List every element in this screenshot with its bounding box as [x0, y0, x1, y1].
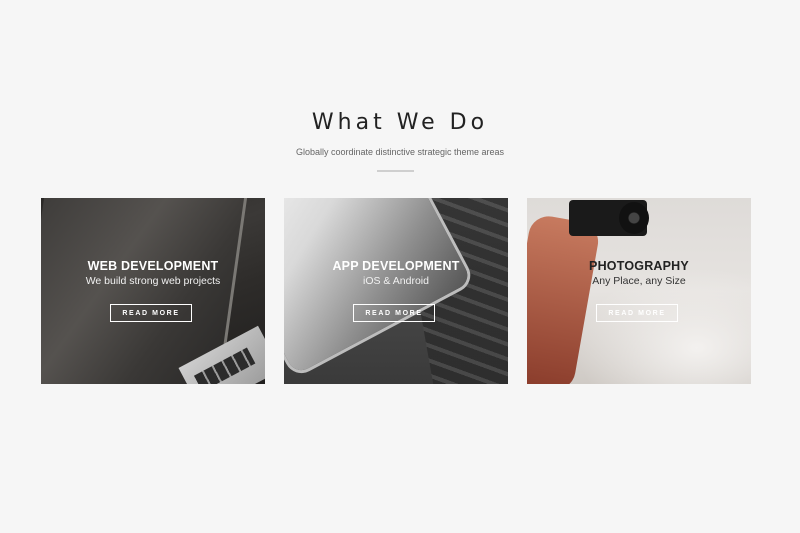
card-overlay: APP DEVELOPMENT iOS & Android READ MORE [284, 198, 508, 384]
card-overlay: WEB DEVELOPMENT We build strong web proj… [41, 198, 265, 384]
card-title: WEB DEVELOPMENT [87, 259, 219, 273]
card-overlay: PHOTOGRAPHY Any Place, any Size READ MOR… [527, 198, 751, 384]
card-subtitle: We build strong web projects [85, 275, 221, 287]
read-more-button[interactable]: READ MORE [353, 304, 435, 322]
card-title: PHOTOGRAPHY [589, 259, 689, 273]
card-subtitle: iOS & Android [363, 275, 429, 287]
read-more-button[interactable]: READ MORE [596, 304, 678, 322]
section-title: What We Do [311, 110, 489, 135]
service-card-web-development: WEB DEVELOPMENT We build strong web proj… [41, 198, 265, 384]
section-subtitle: Globally coordinate distinctive strategi… [295, 147, 505, 157]
services-section: What We Do Globally coordinate distincti… [0, 0, 800, 533]
service-card-app-development: APP DEVELOPMENT iOS & Android READ MORE [284, 198, 508, 384]
service-card-photography: PHOTOGRAPHY Any Place, any Size READ MOR… [527, 198, 751, 384]
card-title: APP DEVELOPMENT [332, 259, 460, 273]
read-more-button[interactable]: READ MORE [110, 304, 192, 322]
title-divider [377, 170, 414, 172]
card-subtitle: Any Place, any Size [592, 275, 686, 287]
